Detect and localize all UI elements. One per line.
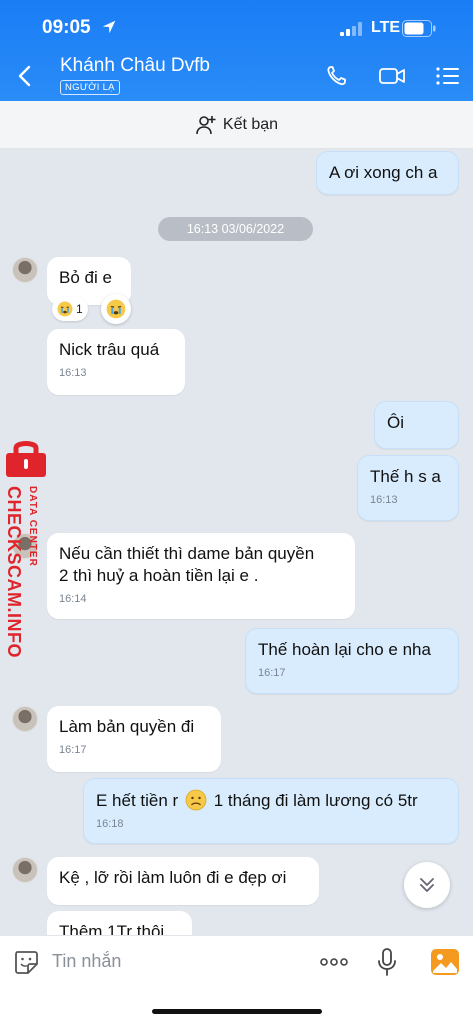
date-separator: 16:13 03/06/2022 <box>158 217 313 241</box>
back-icon[interactable] <box>14 64 36 88</box>
message-time: 16:13 <box>370 494 398 506</box>
message-bubble-out[interactable]: E hết tiền r 1 tháng đi làm lương có 5tr… <box>83 778 459 844</box>
watermark: DATA CENTER CHECKSCAM.INFO <box>2 436 52 666</box>
message-text: A ơi xong ch a <box>329 163 438 182</box>
scroll-to-bottom-button[interactable] <box>404 862 450 908</box>
message-text-line: Nếu cần thiết thì dame bản quyền <box>59 544 315 563</box>
message-bubble-in[interactable]: Làm bản quyền đi 16:17 <box>47 706 221 772</box>
chat-header: 09:05 LTE Khánh Châu Dvfb NGƯỜI LẠ <box>0 0 473 101</box>
message-input[interactable] <box>52 946 292 976</box>
signal-icon <box>340 22 362 36</box>
message-text-line: 2 thì huỷ a hoàn tiền lại e . <box>59 566 259 585</box>
status-bar: 09:05 LTE <box>0 14 473 42</box>
message-time: 16:14 <box>59 593 87 605</box>
message-bubble-in[interactable]: Nếu cần thiết thì dame bản quyền 2 thì h… <box>47 533 355 619</box>
contact-name[interactable]: Khánh Châu Dvfb <box>60 55 210 77</box>
add-friend-label: Kết bạn <box>222 115 279 133</box>
message-text: E hết tiền r <box>96 791 179 810</box>
message-time: 16:17 <box>59 744 87 756</box>
message-text: Thế h s a <box>370 467 441 486</box>
chat-area[interactable]: A ơi xong ch a 16:13 03/06/2022 Bỏ đi e … <box>0 149 473 935</box>
avatar[interactable] <box>12 857 38 883</box>
message-bubble-out[interactable]: A ơi xong ch a <box>316 151 459 195</box>
message-text: Làm bản quyền đi <box>59 717 195 736</box>
message-text: Bỏ đi e <box>59 268 112 287</box>
avatar[interactable] <box>12 706 38 732</box>
watermark-line2: CHECKSCAM.INFO <box>4 486 24 658</box>
gallery-icon[interactable] <box>430 947 460 977</box>
location-arrow-icon <box>102 20 116 34</box>
status-time: 09:05 <box>42 17 91 38</box>
watermark-line1: DATA CENTER <box>27 486 38 567</box>
reaction-count: 1 <box>76 302 83 316</box>
message-bubble-in[interactable]: Kệ , lỡ rồi làm luôn đi e đẹp ơi <box>47 857 319 905</box>
video-call-icon[interactable] <box>378 64 406 88</box>
menu-icon[interactable] <box>434 64 462 88</box>
sticker-icon[interactable] <box>13 949 39 975</box>
message-text: Thêm 1Tr thôi <box>59 922 165 935</box>
more-icon[interactable] <box>318 950 350 974</box>
message-time: 16:17 <box>258 667 286 679</box>
watermark-text: DATA CENTER CHECKSCAM.INFO <box>4 486 38 658</box>
message-time: 16:13 <box>59 367 87 379</box>
lock-icon <box>6 441 46 477</box>
phone-call-icon[interactable] <box>324 64 352 88</box>
battery-icon <box>402 20 436 37</box>
message-text: 1 tháng đi làm lương có 5tr <box>213 791 418 810</box>
message-bubble-out[interactable]: Thế h s a 16:13 <box>357 455 459 521</box>
message-bubble-in[interactable]: Nick trâu quá 16:13 <box>47 329 185 395</box>
add-user-icon <box>196 115 216 134</box>
avatar[interactable] <box>12 257 38 283</box>
network-type: LTE <box>371 19 401 36</box>
message-bubble-in[interactable]: Thêm 1Tr thôi <box>47 911 192 935</box>
message-bubble-out[interactable]: Thế hoàn lại cho e nha 16:17 <box>245 628 459 694</box>
add-friend-button[interactable]: Kết bạn <box>0 101 473 149</box>
crying-face-icon <box>106 299 126 319</box>
microphone-icon[interactable] <box>376 947 398 977</box>
message-text: Thế hoàn lại cho e nha <box>258 640 431 659</box>
message-bubble-out[interactable]: Ôi <box>374 401 459 449</box>
crying-face-icon <box>57 301 73 317</box>
sad-face-icon <box>185 789 207 811</box>
stranger-badge: NGƯỜI LẠ <box>60 80 120 95</box>
reaction-summary[interactable]: 1 <box>52 297 88 321</box>
message-text: Kệ , lỡ rồi làm luôn đi e đẹp ơi <box>59 868 287 887</box>
message-time: 16:18 <box>96 818 124 830</box>
add-reaction-button[interactable] <box>101 294 131 324</box>
message-text: Nick trâu quá <box>59 340 160 359</box>
message-text: Ôi <box>387 413 404 432</box>
double-chevron-down-icon <box>420 878 434 892</box>
home-indicator <box>152 1009 322 1014</box>
